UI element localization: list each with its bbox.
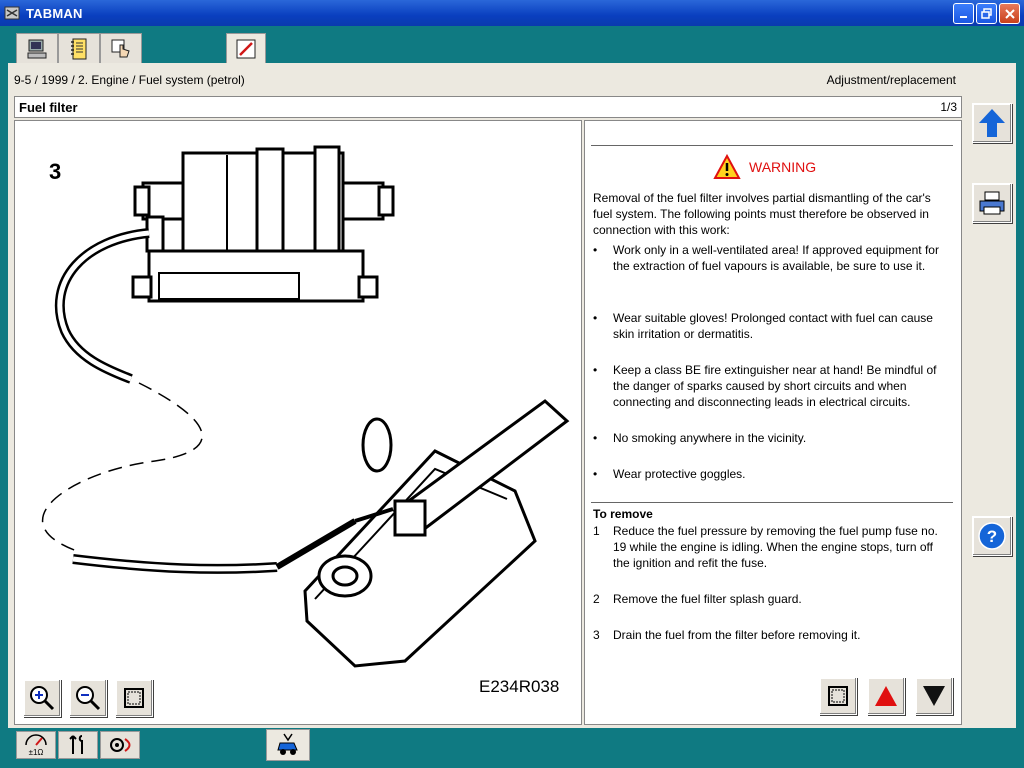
warning-box: WARNING Removal of the fuel filter invol… [591, 145, 953, 503]
warning-label: WARNING [749, 159, 817, 175]
printer-icon [979, 191, 1005, 215]
diagnostic-icon [110, 738, 131, 752]
tab-notebook[interactable] [58, 33, 100, 63]
wrench-icon [69, 735, 83, 754]
warning-header: WARNING [713, 154, 816, 180]
tab-edit[interactable] [226, 33, 266, 63]
print-button[interactable] [972, 183, 1012, 223]
close-button[interactable] [999, 3, 1020, 24]
page-title: Fuel filter [19, 99, 78, 115]
frame-icon [124, 688, 144, 708]
app-icon [4, 6, 20, 20]
pencil-edit-icon [236, 39, 256, 58]
svg-text:?: ? [987, 527, 997, 546]
restore-icon [981, 8, 992, 19]
procedure-step: 1 Reduce the fuel pressure by removing th… [593, 524, 938, 570]
warning-triangle-icon [713, 154, 741, 179]
tab-multimeter[interactable]: ±1Ω [16, 731, 56, 759]
fuel-filter-illustration [41, 145, 570, 668]
restore-button[interactable] [976, 3, 997, 24]
page-counter: 1/3 [940, 100, 957, 114]
notebook-icon [71, 38, 87, 59]
tab-car-service[interactable] [266, 729, 310, 761]
title-bar: TABMAN [0, 0, 1024, 26]
breadcrumb: 9-5 / 1999 / 2. Engine / Fuel system (pe… [14, 73, 245, 87]
hand-pointer-icon [111, 39, 130, 57]
figure-code: E234R038 [479, 677, 560, 696]
tab-diagnostics[interactable] [100, 731, 140, 759]
fit-view-button[interactable] [115, 679, 153, 717]
warning-bullet: • No smoking anywhere in the vicinity. [593, 431, 807, 445]
procedure-step: 3 Drain the fuel from the filter before r… [593, 628, 861, 642]
close-icon [1004, 8, 1015, 19]
zoom-in-button[interactable] [23, 679, 61, 717]
frame-button[interactable] [819, 677, 857, 715]
car-service-icon [277, 733, 298, 755]
computer-icon [27, 39, 47, 58]
tab-computer[interactable] [16, 33, 58, 63]
up-level-button[interactable] [972, 103, 1012, 143]
triangle-up-icon [875, 686, 897, 706]
previous-page-button[interactable] [867, 677, 905, 715]
tab-tools[interactable] [58, 731, 98, 759]
warning-bullet: • Wear protective goggles. [593, 467, 746, 481]
minimize-icon [959, 15, 967, 18]
breadcrumb-bar: 9-5 / 1999 / 2. Engine / Fuel system (pe… [8, 63, 966, 95]
tab-pointer[interactable] [100, 33, 142, 63]
procedure-step: 2 Remove the fuel filter splash guard. [593, 592, 802, 606]
warning-bullet: • Work only in a well-ventilated area! If… [593, 243, 939, 273]
text-pane: WARNING Removal of the fuel filter invol… [584, 120, 962, 725]
zoom-in-icon [30, 686, 55, 711]
svg-text:±1Ω: ±1Ω [29, 748, 44, 757]
help-button[interactable]: ? [972, 516, 1012, 556]
warning-bullet: • Keep a class BE fire extinguisher near … [593, 363, 937, 409]
help-icon: ? [978, 522, 1006, 550]
arrow-up-icon [979, 109, 1005, 137]
illustration-pane: 3 E234R038 [14, 120, 582, 725]
next-page-button[interactable] [915, 677, 953, 715]
main-panel: 9-5 / 1999 / 2. Engine / Fuel system (pe… [8, 63, 1016, 728]
mode-label: Adjustment/replacement [826, 73, 956, 87]
warning-bullet: • Wear suitable gloves! Prolonged contact… [593, 311, 933, 341]
zoom-out-icon [76, 686, 101, 711]
warning-intro: Removal of the fuel filter involves part… [593, 191, 931, 237]
minimize-button[interactable] [953, 3, 974, 24]
section-header: Fuel filter 1/3 [14, 96, 962, 118]
procedure-title: To remove [593, 507, 653, 521]
multimeter-icon: ±1Ω [25, 734, 47, 757]
frame-icon [828, 686, 848, 706]
zoom-out-button[interactable] [69, 679, 107, 717]
window-title: TABMAN [26, 5, 83, 21]
triangle-down-icon [923, 686, 945, 706]
